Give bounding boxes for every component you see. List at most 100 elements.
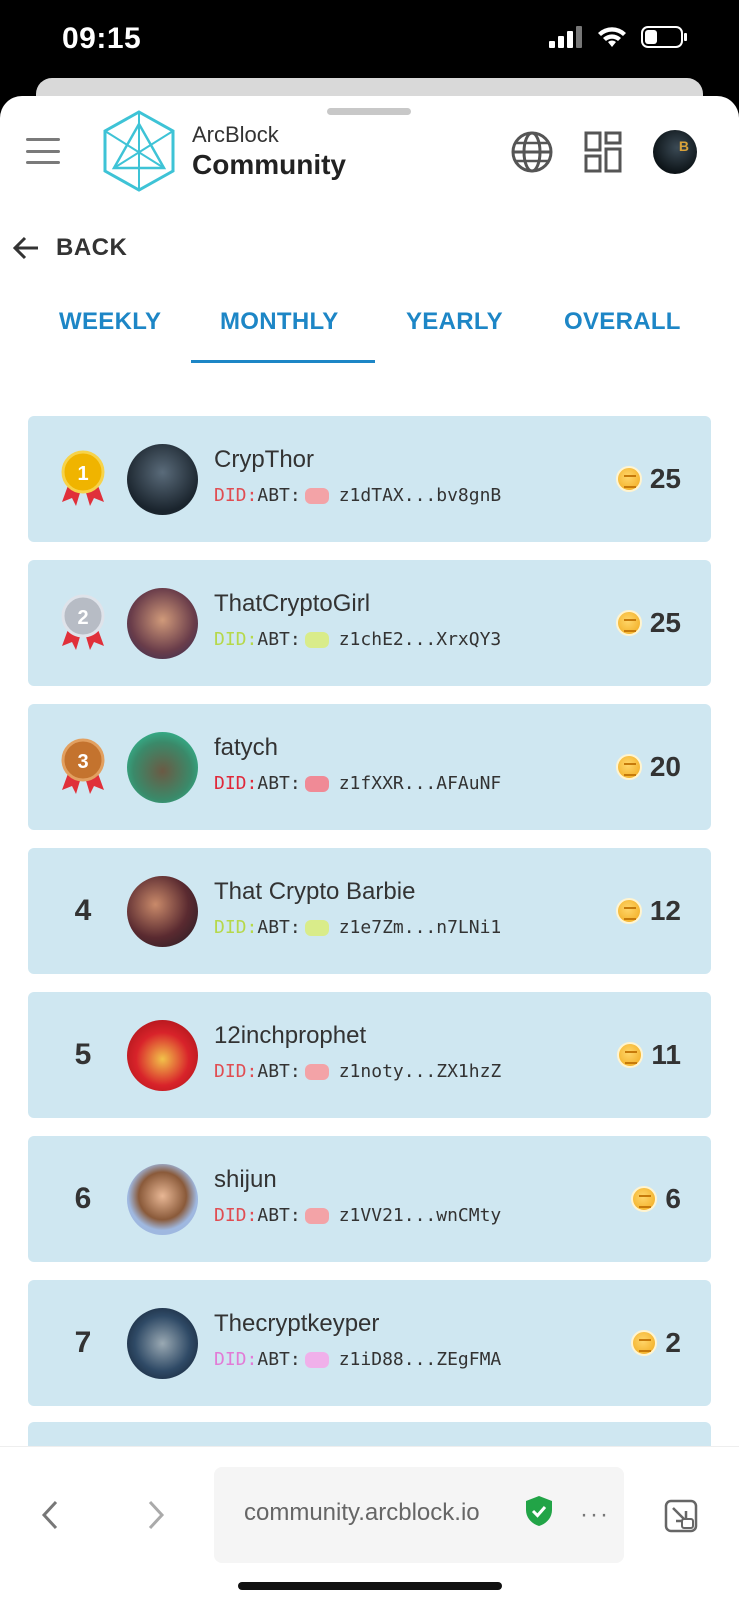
leaderboard-row[interactable]: 4 That Crypto Barbie DID: ABT: z1e7Zm...n7… bbox=[28, 848, 711, 974]
brand-top: ArcBlock bbox=[192, 122, 279, 147]
user-name[interactable]: That Crypto Barbie bbox=[214, 878, 415, 906]
did-addr: z1noty...ZX1hzZ bbox=[338, 1061, 502, 1082]
score: 6 bbox=[631, 1136, 681, 1262]
avatar[interactable] bbox=[127, 444, 198, 515]
user-name[interactable]: fatych bbox=[214, 734, 278, 762]
bronze-medal-icon: 3 bbox=[61, 738, 105, 794]
rank-number: 6 bbox=[74, 1182, 92, 1215]
did-avatar-icon bbox=[304, 1063, 329, 1080]
did-scheme: ABT: bbox=[257, 1061, 301, 1082]
avatar[interactable] bbox=[127, 588, 198, 659]
score: 12 bbox=[615, 848, 681, 974]
chevron-right-icon[interactable] bbox=[146, 1499, 166, 1531]
more-options-button[interactable]: ··· bbox=[580, 1501, 610, 1529]
user-name[interactable]: 12inchprophet bbox=[214, 1022, 366, 1050]
brand-bottom: Community bbox=[192, 149, 346, 180]
score-value: 12 bbox=[649, 895, 681, 926]
did-address[interactable]: DID: ABT: z1noty...ZX1hzZ bbox=[214, 1061, 501, 1082]
did-avatar-icon bbox=[304, 631, 329, 648]
svg-text:2: 2 bbox=[77, 607, 88, 629]
leaderboard-row[interactable]: 6 shijun DID: ABT: z1VV21...wnCMty 6 bbox=[28, 1136, 711, 1262]
svg-text:3: 3 bbox=[77, 751, 88, 773]
rank-number: 5 bbox=[74, 1038, 92, 1071]
tab-weekly[interactable]: WEEKLY bbox=[59, 308, 161, 336]
leaderboard-row[interactable]: 5 12inchprophet DID: ABT: z1noty...ZX1hzZ … bbox=[28, 992, 711, 1118]
user-name[interactable]: shijun bbox=[214, 1166, 277, 1194]
chevron-left-icon[interactable] bbox=[40, 1499, 60, 1531]
leaderboard-row[interactable]: 7 Thecryptkeyper DID: ABT: z1iD88...ZEgFMA… bbox=[28, 1280, 711, 1406]
did-address[interactable]: DID: ABT: z1chE2...XrxQY3 bbox=[214, 629, 501, 650]
did-prefix: DID: bbox=[214, 773, 258, 794]
svg-text:1: 1 bbox=[77, 463, 88, 485]
avatar[interactable] bbox=[127, 1164, 198, 1235]
brand-name[interactable]: ArcBlock Community bbox=[192, 122, 346, 181]
tab-yearly[interactable]: YEARLY bbox=[406, 308, 503, 336]
avatar[interactable] bbox=[127, 1020, 198, 1091]
did-prefix: DID: bbox=[214, 1061, 258, 1082]
leaderboard-list: 1 CrypThor DID: ABT: z1dTAX...bv8gnB 25 2 … bbox=[28, 416, 711, 1424]
coin-icon bbox=[615, 754, 642, 780]
score-value: 2 bbox=[665, 1327, 681, 1358]
coin-icon bbox=[615, 466, 642, 492]
url-text[interactable]: community.arcblock.io bbox=[244, 1499, 480, 1527]
coin-icon bbox=[631, 1186, 658, 1212]
user-name[interactable]: CrypThor bbox=[214, 446, 314, 474]
score-value: 6 bbox=[665, 1183, 681, 1214]
did-prefix: DID: bbox=[214, 917, 258, 938]
rank-number: 4 bbox=[74, 894, 92, 927]
did-addr: z1VV21...wnCMty bbox=[338, 1205, 502, 1226]
did-address[interactable]: DID: ABT: z1fXXR...AFAuNF bbox=[214, 773, 501, 794]
signal-icon bbox=[549, 26, 582, 48]
did-scheme: ABT: bbox=[257, 917, 301, 938]
score: 25 bbox=[615, 416, 681, 542]
did-addr: z1fXXR...AFAuNF bbox=[338, 773, 502, 794]
score-value: 25 bbox=[649, 463, 681, 494]
avatar[interactable] bbox=[127, 1308, 198, 1379]
battery-icon bbox=[641, 26, 687, 48]
did-avatar-icon bbox=[304, 919, 329, 936]
user-name[interactable]: Thecryptkeyper bbox=[214, 1310, 379, 1338]
apps-grid-icon[interactable] bbox=[584, 130, 624, 174]
score: 20 bbox=[615, 704, 681, 830]
globe-icon[interactable] bbox=[510, 130, 554, 174]
did-prefix: DID: bbox=[214, 629, 258, 650]
did-addr: z1iD88...ZEgFMA bbox=[338, 1349, 502, 1370]
score: 2 bbox=[631, 1280, 681, 1406]
did-addr: z1dTAX...bv8gnB bbox=[338, 485, 502, 506]
browser-toolbar: community.arcblock.io ··· bbox=[0, 1446, 739, 1600]
did-address[interactable]: DID: ABT: z1e7Zm...n7LNi1 bbox=[214, 917, 501, 938]
back-label: BACK bbox=[56, 234, 128, 261]
tab-monthly[interactable]: MONTHLY bbox=[220, 308, 339, 336]
score: 11 bbox=[617, 992, 681, 1118]
status-icons bbox=[549, 26, 687, 48]
avatar[interactable] bbox=[127, 732, 198, 803]
leaderboard-row[interactable]: 2 ThatCryptoGirl DID: ABT: z1chE2...XrxQY3… bbox=[28, 560, 711, 686]
menu-icon[interactable] bbox=[26, 138, 60, 164]
coin-icon bbox=[631, 1330, 658, 1356]
score-value: 20 bbox=[649, 751, 681, 782]
did-address[interactable]: DID: ABT: z1iD88...ZEgFMA bbox=[214, 1349, 501, 1370]
coin-icon bbox=[615, 898, 642, 924]
leaderboard-row[interactable]: 1 CrypThor DID: ABT: z1dTAX...bv8gnB 25 bbox=[28, 416, 711, 542]
period-tabs: WEEKLY MONTHLY YEARLY OVERALL bbox=[0, 296, 739, 366]
back-arrow-icon bbox=[12, 236, 38, 260]
rank-number: 7 bbox=[74, 1326, 92, 1359]
arcblock-logo[interactable] bbox=[102, 110, 176, 192]
avatar[interactable] bbox=[127, 876, 198, 947]
score: 25 bbox=[615, 560, 681, 686]
wifi-icon bbox=[598, 27, 626, 47]
score-value: 25 bbox=[649, 607, 681, 638]
user-name[interactable]: ThatCryptoGirl bbox=[214, 590, 370, 618]
did-address[interactable]: DID: ABT: z1VV21...wnCMty bbox=[214, 1205, 501, 1226]
did-address[interactable]: DID: ABT: z1dTAX...bv8gnB bbox=[214, 485, 501, 506]
open-external-icon[interactable] bbox=[664, 1499, 698, 1533]
leaderboard-row[interactable]: 3 fatych DID: ABT: z1fXXR...AFAuNF 20 bbox=[28, 704, 711, 830]
did-avatar-icon bbox=[304, 487, 329, 504]
did-addr: z1chE2...XrxQY3 bbox=[338, 629, 502, 650]
tab-overall[interactable]: OVERALL bbox=[564, 308, 681, 336]
did-avatar-icon bbox=[304, 1351, 329, 1368]
did-prefix: DID: bbox=[214, 485, 258, 506]
back-button[interactable]: BACK bbox=[12, 234, 127, 262]
did-scheme: ABT: bbox=[257, 485, 301, 506]
user-avatar[interactable]: B bbox=[653, 130, 697, 174]
